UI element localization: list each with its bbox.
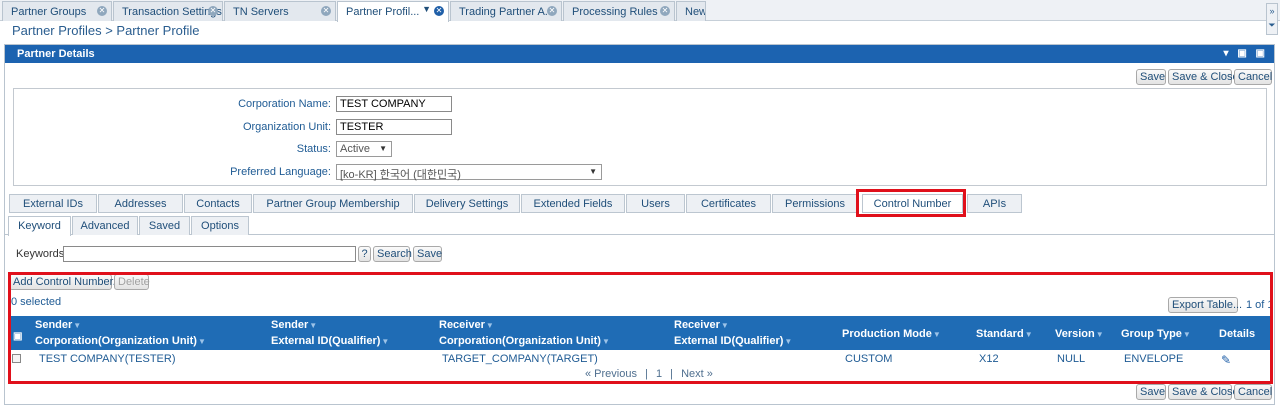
tab-processing-rules[interactable]: Processing Rules ✕ — [563, 1, 675, 21]
tab-label: Partner Groups — [11, 6, 87, 18]
corporation-name-label: Corporation Name: — [238, 98, 331, 110]
panel-header: Partner Details ▾ ▣ ▣ — [5, 45, 1274, 63]
top-tab-bar: Partner Groups ✕ Transaction Settings ✕ … — [0, 0, 1280, 22]
chevron-down-icon: ▼ — [589, 167, 597, 176]
tab-label: Transaction Settings — [122, 6, 222, 18]
tab-extended-fields[interactable]: Extended Fields — [521, 194, 625, 213]
tab-contacts[interactable]: Contacts — [184, 194, 252, 213]
tab-apis[interactable]: APIs — [967, 194, 1022, 213]
language-value: [ko-KR] 한국어 (대한민국) — [340, 169, 461, 181]
status-value: Active — [340, 143, 370, 155]
partner-details-panel: Partner Details ▾ ▣ ▣ Save Save & Close … — [4, 44, 1275, 405]
cancel-button-bottom[interactable]: Cancel — [1234, 384, 1272, 400]
status-select[interactable]: Active ▼ — [336, 141, 392, 157]
breadcrumb: Partner Profiles > Partner Profile — [12, 23, 200, 38]
tab-label: Processing Rules — [572, 6, 658, 18]
tab-transaction-settings[interactable]: Transaction Settings ✕ — [113, 1, 223, 21]
tab-partner-group-membership[interactable]: Partner Group Membership — [253, 194, 413, 213]
save-button-bottom[interactable]: Save — [1136, 384, 1166, 400]
tab-tn-servers[interactable]: TN Servers ✕ — [224, 1, 336, 21]
tab-addresses[interactable]: Addresses — [98, 194, 183, 213]
tab-partner-profile[interactable]: Partner Profil... ▼ ✕ — [337, 1, 449, 22]
close-icon[interactable]: ✕ — [547, 6, 557, 16]
close-icon[interactable]: ✕ — [208, 6, 218, 16]
status-label: Status: — [296, 143, 331, 155]
chevron-down-icon: ▼ — [379, 144, 387, 153]
tab-permissions[interactable]: Permissions — [772, 194, 858, 213]
organization-unit-field[interactable]: TESTER — [336, 119, 452, 135]
tab-label: TN Servers — [233, 6, 289, 18]
keywords-input[interactable] — [63, 246, 356, 262]
save-close-button-top[interactable]: Save & Close — [1168, 69, 1239, 85]
preferred-language-label: Preferred Language: — [230, 166, 331, 178]
cancel-button-top[interactable]: Cancel — [1234, 69, 1272, 85]
close-icon[interactable]: ✕ — [321, 6, 331, 16]
close-icon[interactable]: ✕ — [434, 6, 444, 16]
tab-overflow-icon[interactable]: » ⏷ — [1266, 3, 1278, 35]
close-icon[interactable]: ✕ — [97, 6, 107, 16]
tab-external-ids[interactable]: External IDs — [9, 194, 97, 213]
save-close-button-bottom[interactable]: Save & Close — [1168, 384, 1239, 400]
tab-label: New — [685, 6, 706, 18]
corporation-name-field[interactable]: TEST COMPANY — [336, 96, 452, 112]
panel-title: Partner Details — [17, 48, 95, 60]
grid-highlight — [8, 272, 1273, 384]
tab-partner-groups[interactable]: Partner Groups ✕ — [2, 1, 112, 21]
tab-new[interactable]: New — [676, 1, 706, 21]
subtab-saved[interactable]: Saved — [139, 216, 190, 235]
partner-form: Corporation Name: TEST COMPANY Organizat… — [13, 88, 1267, 186]
tab-certificates[interactable]: Certificates — [686, 194, 771, 213]
keywords-label: Keywords: — [16, 248, 68, 260]
organization-unit-label: Organization Unit: — [242, 121, 331, 133]
search-button[interactable]: Search — [373, 246, 412, 262]
tab-trading-partner-agreement[interactable]: Trading Partner A... ✕ — [450, 1, 562, 21]
help-button[interactable]: ? — [358, 246, 371, 262]
tab-users[interactable]: Users — [626, 194, 685, 213]
subtab-keyword[interactable]: Keyword — [8, 216, 71, 236]
tab-label: Trading Partner A... — [459, 6, 554, 18]
close-icon[interactable]: ✕ — [660, 6, 670, 16]
subtab-advanced[interactable]: Advanced — [72, 216, 138, 235]
preferred-language-select[interactable]: [ko-KR] 한국어 (대한민국) ▼ — [336, 164, 602, 181]
subtab-options[interactable]: Options — [191, 216, 249, 235]
save-button-top[interactable]: Save — [1136, 69, 1166, 85]
tab-delivery-settings[interactable]: Delivery Settings — [414, 194, 520, 213]
save-search-button[interactable]: Save — [413, 246, 442, 262]
panel-controls-icon[interactable]: ▾ ▣ ▣ — [1224, 48, 1268, 59]
tab-label: Partner Profil... — [346, 6, 420, 18]
chevron-down-icon[interactable]: ▼ — [422, 4, 431, 14]
